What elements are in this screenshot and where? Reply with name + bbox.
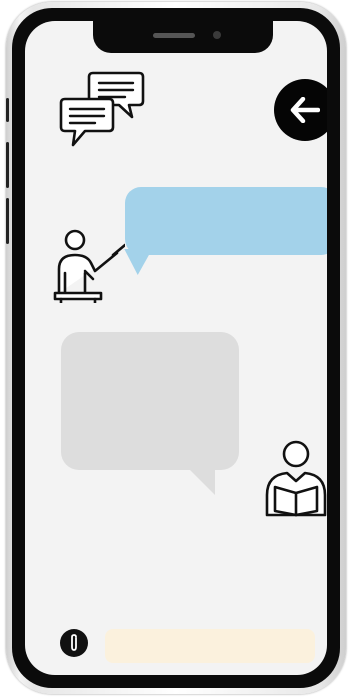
mute-switch	[6, 98, 9, 122]
teacher-message-bubble	[125, 187, 327, 255]
speaker-grille	[153, 33, 195, 38]
paperclip-icon	[71, 634, 77, 651]
phone-frame	[6, 2, 346, 694]
phone-bezel	[12, 8, 340, 688]
student-reading-icon	[265, 440, 327, 517]
attach-button[interactable]	[60, 629, 88, 657]
student-bubble-tail	[185, 465, 215, 495]
arrow-left-icon	[290, 97, 320, 123]
student-message-bubble	[61, 332, 239, 470]
volume-up-button	[6, 142, 9, 188]
message-input[interactable]	[105, 629, 315, 663]
notch	[93, 21, 273, 53]
app-screen	[25, 21, 327, 675]
chat-bubbles-icon	[59, 71, 145, 147]
volume-down-button	[6, 198, 9, 244]
front-camera	[213, 31, 221, 39]
teacher-icon	[53, 229, 125, 303]
back-button[interactable]	[274, 79, 327, 141]
